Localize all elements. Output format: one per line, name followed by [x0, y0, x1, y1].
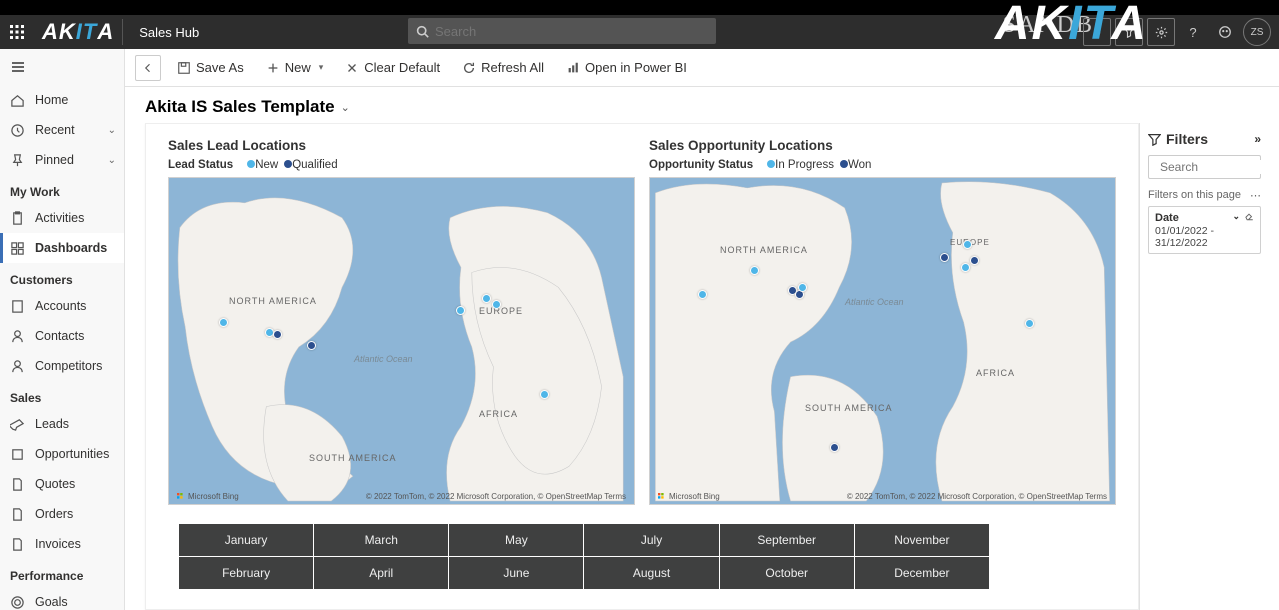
filter-icon: [1148, 133, 1161, 146]
month-september[interactable]: September: [719, 524, 854, 557]
month-may[interactable]: May: [449, 524, 584, 557]
save-as-button[interactable]: Save As: [171, 56, 250, 79]
month-january[interactable]: January: [179, 524, 314, 557]
assistant-button[interactable]: [1211, 18, 1239, 46]
filters-title: Filters: [1166, 131, 1208, 147]
month-march[interactable]: March: [314, 524, 449, 557]
new-button[interactable]: New▾: [260, 56, 330, 79]
month-august[interactable]: August: [584, 557, 719, 590]
filter-section-menu[interactable]: ⋯: [1250, 189, 1261, 202]
month-slicer[interactable]: JanuaryMarchMayJulySeptemberNovember Feb…: [178, 523, 990, 590]
month-april[interactable]: April: [314, 557, 449, 590]
home-icon: [10, 93, 25, 108]
chevron-down-icon[interactable]: ⌄: [1232, 211, 1240, 224]
nav-invoices[interactable]: Invoices: [0, 529, 124, 559]
nav-competitors[interactable]: Competitors: [0, 351, 124, 381]
sidebar: HomeRecent⌄Pinned⌄ My WorkActivitiesDash…: [0, 49, 125, 610]
page-title: Akita IS Sales Template: [145, 97, 335, 117]
map1-legend: Lead Status NewQualified: [168, 159, 635, 171]
grid-icon: [10, 241, 25, 256]
open-powerbi-button[interactable]: Open in Power BI: [560, 56, 693, 79]
nav-quotes[interactable]: Quotes: [0, 469, 124, 499]
map2-visual[interactable]: North America Europe Africa South Americ…: [649, 177, 1116, 505]
hamburger-icon[interactable]: [0, 49, 124, 85]
user-avatar[interactable]: ZS: [1243, 18, 1271, 46]
global-search[interactable]: [408, 18, 716, 44]
person-icon: [10, 359, 25, 374]
collapse-filters-button[interactable]: »: [1254, 132, 1261, 146]
building-icon: [10, 299, 25, 314]
filter-top-button[interactable]: [1115, 18, 1143, 46]
command-bar: Save As New▾ Clear Default Refresh All O…: [125, 49, 1279, 87]
nav-orders[interactable]: Orders: [0, 499, 124, 529]
doc-icon: [10, 477, 25, 492]
target-icon: [10, 595, 25, 610]
doc-icon: [10, 537, 25, 552]
back-button[interactable]: [135, 55, 161, 81]
nav-pinned[interactable]: Pinned⌄: [0, 145, 124, 175]
pin-icon: [10, 153, 25, 168]
waffle-icon[interactable]: [0, 15, 34, 49]
month-july[interactable]: July: [584, 524, 719, 557]
map2-legend: Opportunity Status In ProgressWon: [649, 159, 1116, 171]
nav-recent[interactable]: Recent⌄: [0, 115, 124, 145]
app-name[interactable]: Sales Hub: [123, 25, 215, 40]
map1-visual[interactable]: North America Europe Africa South Americ…: [168, 177, 635, 505]
nav-contacts[interactable]: Contacts: [0, 321, 124, 351]
report-canvas: Sales Lead Locations Lead Status NewQual…: [145, 123, 1139, 610]
nav-section: My Work: [0, 175, 124, 203]
nav-opportunities[interactable]: Opportunities: [0, 439, 124, 469]
nav-section: Performance: [0, 559, 124, 587]
chevron-down-icon: ⌄: [108, 155, 116, 166]
map2-title: Sales Opportunity Locations: [649, 138, 1116, 153]
nav-leads[interactable]: Leads: [0, 409, 124, 439]
settings-button[interactable]: [1147, 18, 1175, 46]
doc-icon: [10, 507, 25, 522]
erase-icon[interactable]: [1244, 211, 1254, 224]
person-icon: [10, 329, 25, 344]
help-button[interactable]: ?: [1179, 18, 1207, 46]
box-icon: [10, 447, 25, 462]
nav-activities[interactable]: Activities: [0, 203, 124, 233]
refresh-all-button[interactable]: Refresh All: [456, 56, 550, 79]
filter-search[interactable]: [1148, 155, 1261, 179]
chevron-down-icon: ▾: [319, 62, 324, 73]
clipboard-icon: [10, 211, 25, 226]
brand-logo: AKITA: [34, 19, 123, 45]
add-button[interactable]: +: [1083, 18, 1111, 46]
search-input[interactable]: [435, 24, 708, 39]
filters-pane: Filters » Filters on this page⋯ Date⌄ 01…: [1139, 123, 1269, 610]
funnel-icon: [10, 417, 25, 432]
filter-card-date[interactable]: Date⌄ 01/01/2022 - 31/12/2022: [1148, 206, 1261, 254]
nav-home[interactable]: Home: [0, 85, 124, 115]
nav-accounts[interactable]: Accounts: [0, 291, 124, 321]
map1-title: Sales Lead Locations: [168, 138, 635, 153]
nav-goals[interactable]: Goals: [0, 587, 124, 610]
clock-icon: [10, 123, 25, 138]
search-icon: [416, 25, 429, 38]
nav-dashboards[interactable]: Dashboards: [0, 233, 124, 263]
month-october[interactable]: October: [719, 557, 854, 590]
month-february[interactable]: February: [179, 557, 314, 590]
month-june[interactable]: June: [449, 557, 584, 590]
chevron-down-icon: ⌄: [108, 125, 116, 136]
title-dropdown[interactable]: ⌄: [341, 101, 350, 114]
clear-default-button[interactable]: Clear Default: [339, 56, 446, 79]
nav-section: Customers: [0, 263, 124, 291]
sandbox-label: SANDB: [1003, 12, 1094, 39]
nav-section: Sales: [0, 381, 124, 409]
month-november[interactable]: November: [854, 524, 989, 557]
month-december[interactable]: December: [854, 557, 989, 590]
